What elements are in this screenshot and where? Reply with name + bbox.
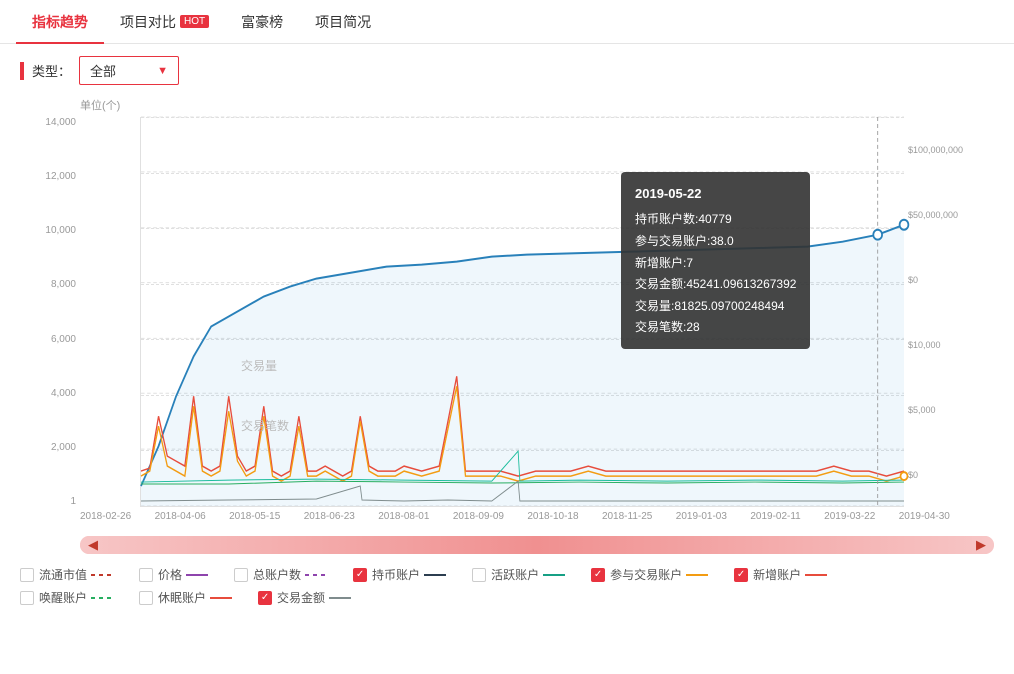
legend-checkbox-tx-amount[interactable] bbox=[258, 591, 272, 605]
chart-area[interactable]: 交易量 交易笔数 2019-05-22 持币账户数:40779 参与交易账户:3… bbox=[140, 117, 904, 507]
legend-line-new-accounts bbox=[805, 574, 827, 576]
chevron-down-icon: ▼ bbox=[157, 65, 168, 77]
legend-item-new-accounts[interactable]: 新增账户 bbox=[734, 566, 833, 583]
legend-label-holding-accounts: 持币账户 bbox=[372, 566, 420, 583]
legend-checkbox-trading-accounts[interactable] bbox=[591, 568, 605, 582]
x-label-5: 2018-09-09 bbox=[453, 511, 504, 522]
legend-checkbox-wakeup-accounts[interactable] bbox=[20, 591, 34, 605]
x-label-11: 2019-04-30 bbox=[899, 511, 950, 522]
legend-item-wakeup-accounts[interactable]: 唤醒账户 bbox=[20, 589, 119, 606]
x-label-2: 2018-05-15 bbox=[229, 511, 280, 522]
y-right-2: $50,000,000 bbox=[908, 210, 958, 220]
chart-tooltip: 2019-05-22 持币账户数:40779 参与交易账户:38.0 新增账户:… bbox=[621, 172, 810, 349]
scrollbar-track bbox=[80, 536, 994, 554]
legend-line-wakeup-accounts bbox=[91, 597, 113, 599]
tab-indicator-trend[interactable]: 指标趋势 bbox=[16, 0, 104, 44]
y-label-12000: 12,000 bbox=[45, 171, 76, 182]
x-axis: 2018-02-26 2018-04-06 2018-05-15 2018-06… bbox=[80, 507, 950, 522]
y-axis-unit-label: 单位(个) bbox=[20, 97, 994, 113]
legend-label-tx-amount: 交易金额 bbox=[277, 589, 325, 606]
y-right-1: $100,000,000 bbox=[908, 145, 963, 155]
legend-checkbox-new-accounts[interactable] bbox=[734, 568, 748, 582]
legend-checkbox-active-accounts[interactable] bbox=[472, 568, 486, 582]
filter-row: 类型： 全部 ▼ bbox=[0, 44, 1014, 97]
tooltip-line-6: 交易笔数:28 bbox=[635, 317, 796, 339]
legend-item-tx-amount[interactable]: 交易金额 bbox=[258, 589, 357, 606]
legend-line-total-accounts bbox=[305, 574, 327, 576]
legend-row-1: 流通市值 价格 总账户数 持币账户 活跃账户 参与 bbox=[20, 566, 994, 583]
tab-project-overview[interactable]: 项目简况 bbox=[299, 0, 387, 44]
legend-row-2: 唤醒账户 休眠账户 交易金额 bbox=[20, 589, 994, 606]
x-label-6: 2018-10-18 bbox=[527, 511, 578, 522]
legend-label-active-accounts: 活跃账户 bbox=[491, 566, 539, 583]
x-label-0: 2018-02-26 bbox=[80, 511, 131, 522]
filter-label: 类型： bbox=[32, 61, 71, 80]
tooltip-line-1: 持币账户数:40779 bbox=[635, 209, 796, 231]
legend-item-holding-accounts[interactable]: 持币账户 bbox=[353, 566, 452, 583]
legend-item-price[interactable]: 价格 bbox=[139, 566, 214, 583]
type-select-value: 全部 bbox=[90, 61, 116, 80]
legend-label-new-accounts: 新增账户 bbox=[753, 566, 801, 583]
legend-checkbox-dormant-accounts[interactable] bbox=[139, 591, 153, 605]
filter-bar-accent bbox=[20, 62, 24, 80]
legend-checkbox-holding-accounts[interactable] bbox=[353, 568, 367, 582]
tooltip-date: 2019-05-22 bbox=[635, 182, 796, 205]
legend-item-total-accounts[interactable]: 总账户数 bbox=[234, 566, 333, 583]
x-label-8: 2019-01-03 bbox=[676, 511, 727, 522]
legend-item-active-accounts[interactable]: 活跃账户 bbox=[472, 566, 571, 583]
legend-area: 流通市值 价格 总账户数 持币账户 活跃账户 参与 bbox=[0, 560, 1014, 622]
y-label-1: 1 bbox=[70, 496, 76, 507]
legend-checkbox-total-accounts[interactable] bbox=[234, 568, 248, 582]
y-right-4: $10,000 bbox=[908, 340, 941, 350]
x-label-9: 2019-02-11 bbox=[750, 511, 800, 522]
chart-annotation-count: 交易笔数 bbox=[241, 417, 289, 434]
legend-checkbox-market-cap[interactable] bbox=[20, 568, 34, 582]
x-label-10: 2019-03-22 bbox=[824, 511, 875, 522]
legend-line-dormant-accounts bbox=[210, 597, 232, 599]
x-label-1: 2018-04-06 bbox=[155, 511, 206, 522]
tooltip-line-5: 交易量:81825.09700248494 bbox=[635, 296, 796, 318]
legend-item-market-cap[interactable]: 流通市值 bbox=[20, 566, 119, 583]
y-right-5: $5,000 bbox=[908, 405, 936, 415]
x-label-7: 2018-11-25 bbox=[602, 511, 652, 522]
type-select[interactable]: 全部 ▼ bbox=[79, 56, 179, 85]
legend-line-holding-accounts bbox=[424, 574, 446, 576]
tab-project-compare[interactable]: 项目对比 HOT bbox=[104, 0, 225, 44]
legend-checkbox-price[interactable] bbox=[139, 568, 153, 582]
chart-container: 单位(个) 14,000 12,000 10,000 8,000 6,000 4… bbox=[0, 97, 1014, 532]
legend-label-trading-accounts: 参与交易账户 bbox=[610, 566, 682, 583]
legend-line-tx-amount bbox=[329, 597, 351, 599]
y-right-6: $0 bbox=[908, 470, 918, 480]
tooltip-line-4: 交易金额:45241.09613267392 bbox=[635, 274, 796, 296]
legend-label-market-cap: 流通市值 bbox=[39, 566, 87, 583]
legend-label-total-accounts: 总账户数 bbox=[253, 566, 301, 583]
y-label-6000: 6,000 bbox=[51, 334, 76, 345]
chart-annotation-volume: 交易量 bbox=[241, 357, 277, 374]
legend-item-trading-accounts[interactable]: 参与交易账户 bbox=[591, 566, 714, 583]
y-label-4000: 4,000 bbox=[51, 388, 76, 399]
legend-label-dormant-accounts: 休眠账户 bbox=[158, 589, 206, 606]
x-label-3: 2018-06-23 bbox=[304, 511, 355, 522]
scroll-left-arrow-icon[interactable]: ◀ bbox=[88, 537, 98, 553]
tooltip-line-2: 参与交易账户:38.0 bbox=[635, 231, 796, 253]
legend-label-wakeup-accounts: 唤醒账户 bbox=[39, 589, 87, 606]
y-label-10000: 10,000 bbox=[45, 225, 76, 236]
tab-bar: 指标趋势 项目对比 HOT 富豪榜 项目简况 bbox=[0, 0, 1014, 44]
y-right-3: $0 bbox=[908, 275, 918, 285]
legend-label-price: 价格 bbox=[158, 566, 182, 583]
scrollbar-container[interactable]: ◀ ▶ bbox=[80, 536, 994, 554]
y-label-8000: 8,000 bbox=[51, 279, 76, 290]
legend-line-trading-accounts bbox=[686, 574, 708, 576]
legend-line-price bbox=[186, 574, 208, 576]
y-label-2000: 2,000 bbox=[51, 442, 76, 453]
scroll-right-arrow-icon[interactable]: ▶ bbox=[976, 537, 986, 553]
legend-line-market-cap bbox=[91, 574, 113, 576]
tab-hot-badge: HOT bbox=[180, 15, 209, 28]
tooltip-line-3: 新增账户:7 bbox=[635, 253, 796, 275]
legend-item-dormant-accounts[interactable]: 休眠账户 bbox=[139, 589, 238, 606]
legend-line-active-accounts bbox=[543, 574, 565, 576]
x-label-4: 2018-08-01 bbox=[378, 511, 429, 522]
tab-rich-list[interactable]: 富豪榜 bbox=[225, 0, 299, 44]
y-label-14000: 14,000 bbox=[45, 117, 76, 128]
